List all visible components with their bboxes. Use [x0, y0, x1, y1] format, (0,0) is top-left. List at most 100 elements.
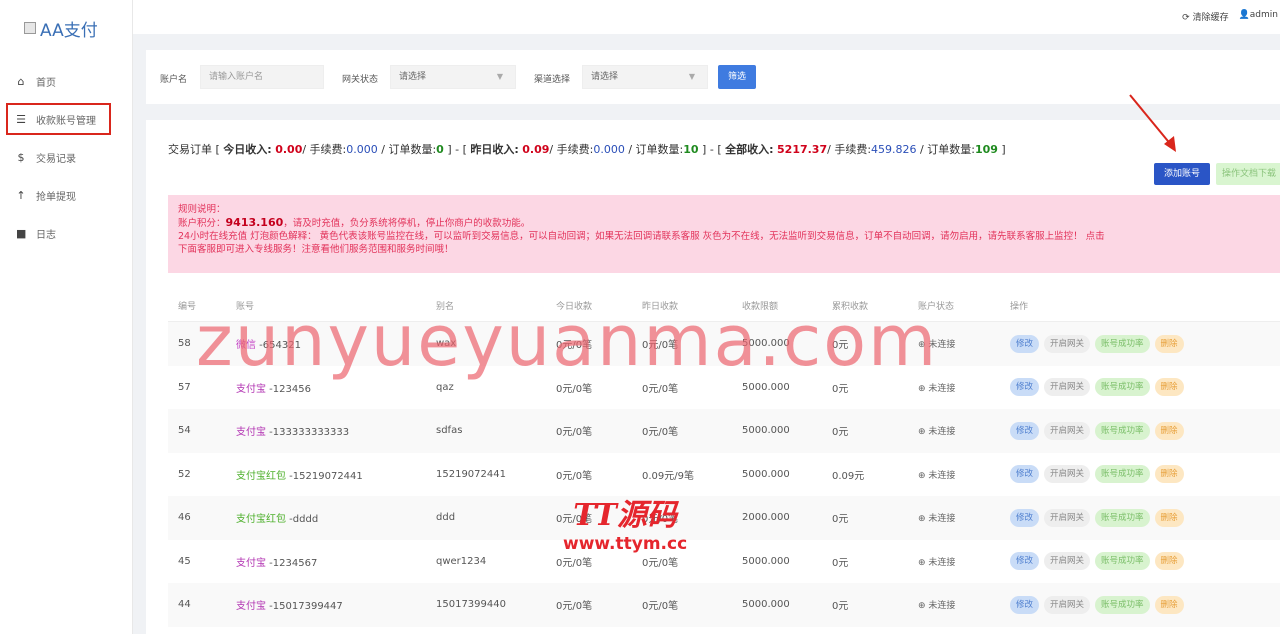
disconnected-icon: ⊕ [918, 514, 926, 525]
notice-title: 规则说明： [178, 204, 226, 215]
sidebar-item-label: 收款账号管理 [36, 115, 96, 127]
watermark-text: zunyueyuanma.com [196, 300, 939, 382]
edit-button[interactable]: 修改 [1010, 508, 1040, 527]
success-rate-button[interactable]: 账号成功率 [1095, 334, 1150, 353]
account-number: -dddd [286, 514, 319, 526]
sidebar-item-account-management[interactable]: ☰ 收款账号管理 [6, 103, 111, 135]
logo-text: AA支付 [40, 20, 98, 41]
row-actions: 修改 开启网关 账号成功率 删除 [1010, 334, 1210, 353]
row-status: ⊕ 未连接 [918, 555, 1010, 568]
edit-button[interactable]: 修改 [1010, 552, 1040, 571]
edit-button[interactable]: 修改 [1010, 378, 1040, 397]
row-today: 0元/0笔 [556, 601, 593, 613]
row-alias: qaz [436, 381, 454, 393]
delete-button[interactable]: 删除 [1154, 595, 1184, 614]
row-alias: ddd [436, 512, 456, 524]
row-status: ⊕ 未连接 [918, 598, 1010, 611]
row-account: 支付宝 -133333333333 [236, 423, 436, 438]
sidebar-item-home[interactable]: ⌂ 首页 [0, 62, 133, 100]
yesterday-count: 10 [683, 143, 699, 156]
disconnected-icon: ⊕ [918, 427, 926, 438]
total-income-label: 全部收入: [725, 143, 774, 156]
open-gateway-button[interactable]: 开启网关 [1044, 595, 1091, 614]
account-number: -1234567 [266, 557, 318, 569]
success-rate-button[interactable]: 账号成功率 [1095, 508, 1150, 527]
open-gateway-button[interactable]: 开启网关 [1044, 421, 1091, 440]
clear-cache-link[interactable]: ⟳ 清除缓存 [1182, 10, 1228, 23]
filter-panel: 账户名 请输入账户名 网关状态 请选择 ▼ 渠道选择 请选择 ▼ 筛选 [146, 50, 1280, 104]
watermark-logo-text: TT源码 [573, 498, 677, 533]
open-gateway-button[interactable]: 开启网关 [1044, 334, 1091, 353]
top-header: ⟳ 清除缓存 👤admin [133, 0, 1280, 34]
row-limit: 5000.000 [742, 468, 790, 480]
account-search-input[interactable]: 请输入账户名 [200, 65, 324, 89]
order-summary: 交易订单 [ 今日收入: 0.00/ 手续费:0.000 / 订单数量:0 ] … [168, 141, 1006, 157]
success-rate-button[interactable]: 账号成功率 [1095, 465, 1150, 484]
logo-image-icon [24, 22, 36, 34]
api-doc-download-button[interactable]: 操作文档下载 [1216, 163, 1280, 185]
open-gateway-button[interactable]: 开启网关 [1044, 508, 1091, 527]
row-total: 0元 [832, 601, 849, 613]
points-note: ，请及时充值，负分系统将停机，停止你商户的收款功能。 [283, 218, 531, 229]
row-limit: 5000.000 [742, 425, 790, 437]
gateway-status-select[interactable]: 请选择 ▼ [390, 65, 516, 89]
row-total: 0.09元 [832, 470, 865, 482]
total-income: 5217.37 [777, 143, 828, 156]
delete-button[interactable]: 删除 [1154, 508, 1184, 527]
success-rate-button[interactable]: 账号成功率 [1095, 595, 1150, 614]
logo[interactable]: AA支付 [24, 16, 98, 41]
user-menu[interactable]: 👤admin [1239, 10, 1278, 23]
channel-filter-label: 渠道选择 [534, 75, 571, 85]
status-text: 未连接 [928, 427, 956, 438]
channel-select[interactable]: 请选择 ▼ [582, 65, 708, 89]
notice-line: 下面客服即可进入专线服务！注意看他们服务范围和服务时间哦！ [178, 244, 454, 255]
rules-notice: 规则说明： 账户积分：9413.160，请及时充值，负分系统将停机，停止你商户的… [168, 195, 1280, 273]
gateway-filter-label: 网关状态 [342, 75, 379, 85]
row-yesterday: 0元/0笔 [642, 557, 679, 569]
clear-cache-label: 清除缓存 [1192, 13, 1229, 23]
success-rate-button[interactable]: 账号成功率 [1095, 552, 1150, 571]
caret-down-icon: ▼ [688, 72, 695, 81]
row-today: 0元/0笔 [556, 470, 593, 482]
row-id: 44 [178, 599, 191, 611]
success-rate-button[interactable]: 账号成功率 [1095, 421, 1150, 440]
sidebar-item-log[interactable]: ■ 日志 [0, 214, 133, 252]
edit-button[interactable]: 修改 [1010, 334, 1040, 353]
table-row: 52 支付宝红包 -15219072441 15219072441 0元/0笔 0.09… [168, 453, 1280, 497]
refresh-icon: ⟳ [1182, 13, 1190, 23]
row-account: 支付宝红包 -15219072441 [236, 467, 436, 482]
success-rate-button[interactable]: 账号成功率 [1095, 378, 1150, 397]
open-gateway-button[interactable]: 开启网关 [1044, 552, 1091, 571]
delete-button[interactable]: 删除 [1154, 421, 1184, 440]
disconnected-icon: ⊕ [918, 557, 926, 568]
row-id: 54 [178, 425, 191, 437]
table-row: 54 支付宝 -133333333333 sdfas 0元/0笔 0元/0笔 5000.0… [168, 409, 1280, 453]
today-income: 0.00 [275, 143, 303, 156]
delete-button[interactable]: 删除 [1154, 334, 1184, 353]
edit-button[interactable]: 修改 [1010, 421, 1040, 440]
add-account-button[interactable]: 添加账号 [1154, 163, 1210, 185]
account-number: -133333333333 [266, 427, 350, 439]
total-count-label: / 订单数量: [916, 143, 975, 156]
edit-button[interactable]: 修改 [1010, 595, 1040, 614]
filter-button[interactable]: 筛选 [718, 65, 756, 89]
delete-button[interactable]: 删除 [1154, 552, 1184, 571]
points-value: 9413.160 [225, 216, 284, 229]
today-fee: 0.000 [346, 143, 378, 156]
row-actions: 修改 开启网关 账号成功率 删除 [1010, 421, 1210, 440]
row-actions: 修改 开启网关 账号成功率 删除 [1010, 552, 1210, 571]
table-row: 44 支付宝 -15017399447 15017399440 0元/0笔 0元/0笔 5… [168, 583, 1280, 627]
disconnected-icon: ⊕ [918, 601, 926, 612]
today-count: 0 [436, 143, 444, 156]
total-fee: 459.826 [871, 143, 917, 156]
row-id: 45 [178, 555, 191, 567]
sidebar-item-withdraw[interactable]: ↑ 抢单提现 [0, 176, 133, 214]
edit-button[interactable]: 修改 [1010, 465, 1040, 484]
row-total: 0元 [832, 514, 849, 526]
delete-button[interactable]: 删除 [1154, 465, 1184, 484]
open-gateway-button[interactable]: 开启网关 [1044, 378, 1091, 397]
open-gateway-button[interactable]: 开启网关 [1044, 465, 1091, 484]
sidebar-item-transactions[interactable]: $ 交易记录 [0, 138, 133, 176]
delete-button[interactable]: 删除 [1154, 378, 1184, 397]
row-alias: 15219072441 [436, 468, 506, 480]
